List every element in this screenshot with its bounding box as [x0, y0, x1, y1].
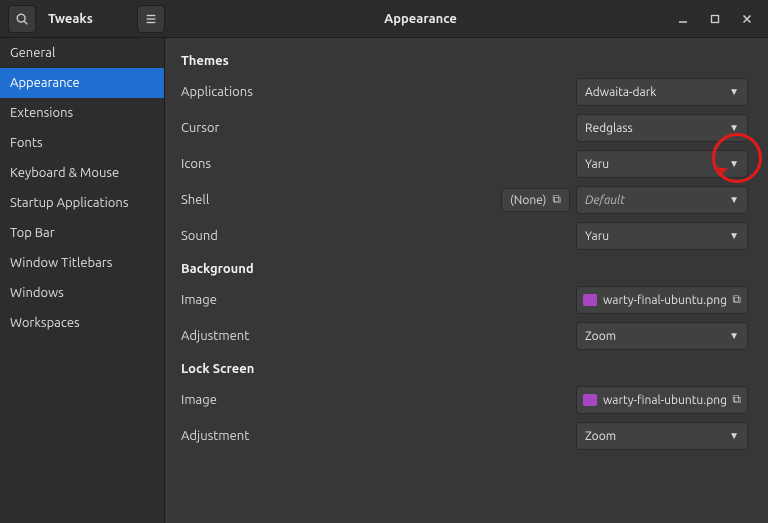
- row-label: Applications: [181, 85, 576, 99]
- hamburger-button[interactable]: [137, 5, 165, 33]
- cursor-dropdown[interactable]: Redglass ▼: [576, 114, 748, 142]
- dropdown-value: Default: [585, 194, 625, 207]
- section-title-themes: Themes: [181, 54, 748, 68]
- row-lock-adjustment: Adjustment Zoom ▼: [181, 420, 748, 452]
- sidebar-item-label: Windows: [10, 286, 64, 300]
- sidebar-item-window-titlebars[interactable]: Window Titlebars: [0, 248, 164, 278]
- sidebar-item-label: Window Titlebars: [10, 256, 112, 270]
- row-label: Image: [181, 393, 576, 407]
- file-name: warty-final-ubuntu.png: [603, 294, 726, 307]
- row-applications: Applications Adwaita-dark ▼: [181, 76, 748, 108]
- search-button[interactable]: [8, 5, 36, 33]
- sidebar-item-startup-applications[interactable]: Startup Applications: [0, 188, 164, 218]
- section-title-background: Background: [181, 262, 748, 276]
- row-shell: Shell (None) ⧉ Default ▼: [181, 184, 748, 216]
- page-title: Appearance: [165, 12, 676, 26]
- sidebar-item-general[interactable]: General: [0, 38, 164, 68]
- row-label: Shell: [181, 193, 501, 207]
- dropdown-value: Zoom: [585, 330, 616, 343]
- icons-dropdown[interactable]: Yaru ▼: [576, 150, 748, 178]
- sidebar-item-label: General: [10, 46, 55, 60]
- shell-none-button[interactable]: (None) ⧉: [501, 188, 570, 212]
- dropdown-value: Yaru: [585, 230, 609, 243]
- dropdown-value: Redglass: [585, 122, 633, 135]
- lockscreen-adjustment-dropdown[interactable]: Zoom ▼: [576, 422, 748, 450]
- minimize-button[interactable]: [676, 12, 690, 26]
- hamburger-icon: [144, 12, 158, 26]
- maximize-button[interactable]: [708, 12, 722, 26]
- image-thumbnail-icon: [583, 394, 597, 406]
- sidebar-item-appearance[interactable]: Appearance: [0, 68, 164, 98]
- dropdown-value: Adwaita-dark: [585, 86, 656, 99]
- section-title-lockscreen: Lock Screen: [181, 362, 748, 376]
- sidebar-item-keyboard-mouse[interactable]: Keyboard & Mouse: [0, 158, 164, 188]
- titlebar: Tweaks Appearance: [0, 0, 768, 38]
- row-label: Icons: [181, 157, 576, 171]
- image-thumbnail-icon: [583, 294, 597, 306]
- row-label: Adjustment: [181, 429, 576, 443]
- open-icon: ⧉: [552, 193, 561, 207]
- row-label: Sound: [181, 229, 576, 243]
- file-name: warty-final-ubuntu.png: [603, 394, 726, 407]
- applications-dropdown[interactable]: Adwaita-dark ▼: [576, 78, 748, 106]
- row-bg-image: Image warty-final-ubuntu.png ⧉: [181, 284, 748, 316]
- sidebar-item-label: Keyboard & Mouse: [10, 166, 119, 180]
- content: Themes Applications Adwaita-dark ▼ Curso…: [165, 38, 768, 523]
- open-icon: ⧉: [732, 293, 741, 307]
- search-icon: [15, 12, 29, 26]
- shell-dropdown[interactable]: Default ▼: [576, 186, 748, 214]
- chevron-down-icon: ▼: [729, 122, 739, 134]
- row-label: Cursor: [181, 121, 576, 135]
- chevron-down-icon: ▼: [729, 86, 739, 98]
- row-lock-image: Image warty-final-ubuntu.png ⧉: [181, 384, 748, 416]
- open-icon: ⧉: [732, 393, 741, 407]
- sidebar-item-extensions[interactable]: Extensions: [0, 98, 164, 128]
- sidebar-item-fonts[interactable]: Fonts: [0, 128, 164, 158]
- close-button[interactable]: [740, 12, 754, 26]
- row-sound: Sound Yaru ▼: [181, 220, 748, 252]
- sidebar-item-workspaces[interactable]: Workspaces: [0, 308, 164, 338]
- sidebar: General Appearance Extensions Fonts Keyb…: [0, 38, 165, 523]
- sidebar-item-label: Top Bar: [10, 226, 55, 240]
- window-controls: [676, 12, 768, 26]
- sidebar-item-label: Fonts: [10, 136, 43, 150]
- titlebar-left: Tweaks: [0, 5, 165, 33]
- lockscreen-image-button[interactable]: warty-final-ubuntu.png ⧉: [576, 386, 748, 414]
- sidebar-item-top-bar[interactable]: Top Bar: [0, 218, 164, 248]
- chevron-down-icon: ▼: [729, 230, 739, 242]
- chevron-down-icon: ▼: [729, 430, 739, 442]
- sidebar-item-label: Workspaces: [10, 316, 80, 330]
- row-cursor: Cursor Redglass ▼: [181, 112, 748, 144]
- background-adjustment-dropdown[interactable]: Zoom ▼: [576, 322, 748, 350]
- row-bg-adjustment: Adjustment Zoom ▼: [181, 320, 748, 352]
- sidebar-item-label: Extensions: [10, 106, 73, 120]
- sound-dropdown[interactable]: Yaru ▼: [576, 222, 748, 250]
- row-icons: Icons Yaru ▼: [181, 148, 748, 180]
- row-label: Adjustment: [181, 329, 576, 343]
- sidebar-item-label: Appearance: [10, 76, 80, 90]
- sidebar-item-label: Startup Applications: [10, 196, 128, 210]
- main: General Appearance Extensions Fonts Keyb…: [0, 38, 768, 523]
- sidebar-item-windows[interactable]: Windows: [0, 278, 164, 308]
- none-label: (None): [510, 194, 546, 207]
- row-label: Image: [181, 293, 576, 307]
- dropdown-value: Zoom: [585, 430, 616, 443]
- maximize-icon: [710, 14, 720, 24]
- chevron-down-icon: ▼: [729, 158, 739, 170]
- close-icon: [742, 14, 752, 24]
- dropdown-value: Yaru: [585, 158, 609, 171]
- chevron-down-icon: ▼: [729, 194, 739, 206]
- minimize-icon: [678, 14, 688, 24]
- background-image-button[interactable]: warty-final-ubuntu.png ⧉: [576, 286, 748, 314]
- chevron-down-icon: ▼: [729, 330, 739, 342]
- app-name: Tweaks: [48, 12, 125, 26]
